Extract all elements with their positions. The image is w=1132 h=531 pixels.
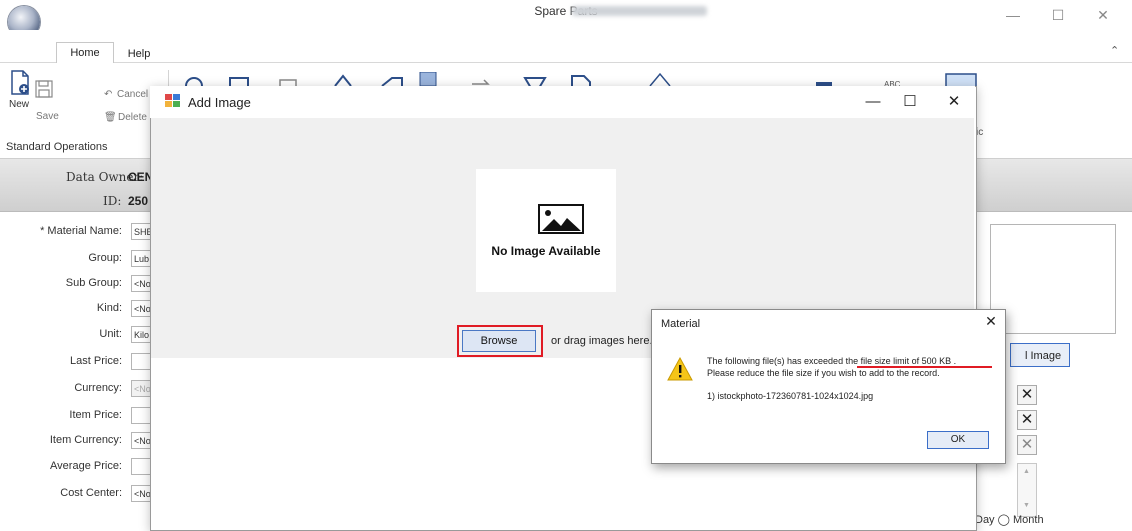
new-document-icon: [11, 70, 29, 95]
new-button[interactable]: [10, 70, 30, 99]
browse-button[interactable]: Browse: [462, 330, 536, 352]
dialog-close-button[interactable]: ✕: [939, 92, 969, 112]
tab-help[interactable]: Help: [122, 44, 156, 64]
add-image-button[interactable]: l Image: [1010, 343, 1070, 367]
field-label: Currency:: [74, 382, 122, 394]
ribbon-tabs-row: [0, 30, 1132, 63]
warning-icon: [667, 357, 693, 381]
dialog-minimize-button[interactable]: —: [858, 92, 888, 112]
drag-hint-text: or drag images here.: [551, 335, 653, 347]
error-message-line2: Please reduce the file size if you wish …: [707, 368, 940, 378]
dialog-maximize-button[interactable]: ☐: [895, 92, 925, 112]
ok-button[interactable]: OK: [927, 431, 989, 449]
collapse-ribbon-icon[interactable]: ⌃: [1110, 44, 1119, 57]
material-close-button[interactable]: ✕: [981, 312, 1001, 330]
cancel-button[interactable]: Cancel: [117, 89, 148, 100]
id-label: ID:: [103, 194, 122, 208]
minimize-button[interactable]: —: [998, 5, 1028, 25]
description-textbox[interactable]: [990, 224, 1116, 334]
window-title: Spare Parts: [534, 4, 598, 18]
window-title-redacted: [572, 6, 707, 16]
save-button-label: Save: [36, 111, 59, 122]
trash-icon[interactable]: 🗑: [104, 112, 117, 123]
maximize-button[interactable]: ☐: [1043, 5, 1073, 25]
remove-icon[interactable]: ✕: [1017, 435, 1037, 455]
field-label: * Material Name:: [40, 225, 122, 237]
field-label: Unit:: [99, 328, 122, 340]
save-button[interactable]: [35, 80, 53, 101]
image-placeholder-icon: [538, 204, 584, 234]
undo-icon[interactable]: ↶: [104, 89, 112, 100]
id-value: 250: [128, 194, 149, 208]
field-label: Last Price:: [70, 355, 122, 367]
scroll-up-icon[interactable]: ▲: [1023, 468, 1030, 475]
delete-button[interactable]: Delete: [118, 112, 147, 123]
close-button[interactable]: ✕: [1088, 5, 1118, 25]
field-label: Item Currency:: [49, 434, 122, 446]
remove-icon[interactable]: ✕: [1017, 385, 1037, 405]
field-label: Sub Group:: [65, 277, 122, 289]
new-button-label: New: [9, 99, 30, 110]
field-label: Item Price:: [69, 409, 122, 421]
remove-icon[interactable]: ✕: [1017, 410, 1037, 430]
rejected-file-entry: 1) istockphoto-172360781-1024x1024.jpg: [707, 391, 874, 401]
ribbon-partial-label: ic: [976, 127, 984, 138]
ribbon-group-label: Standard Operations: [6, 141, 108, 153]
scrollbar[interactable]: ▲ ▼: [1017, 463, 1037, 517]
field-label: Average Price:: [50, 460, 122, 472]
add-image-title: Add Image: [188, 95, 251, 110]
field-label: Cost Center:: [60, 487, 122, 499]
add-image-titlebar: [150, 86, 975, 118]
add-image-dialog-icon: [165, 94, 180, 107]
scroll-down-icon[interactable]: ▼: [1023, 502, 1030, 509]
tab-home[interactable]: Home: [56, 42, 114, 65]
field-label: Kind:: [96, 302, 122, 314]
field-label: Group:: [88, 252, 122, 264]
error-message-line1: The following file(s) has exceeded the f…: [707, 356, 957, 366]
period-options[interactable]: Day ◯ Month: [975, 513, 1044, 526]
no-image-text: No Image Available: [491, 244, 601, 258]
save-icon: [35, 80, 53, 98]
material-dialog-title: Material: [661, 318, 701, 330]
